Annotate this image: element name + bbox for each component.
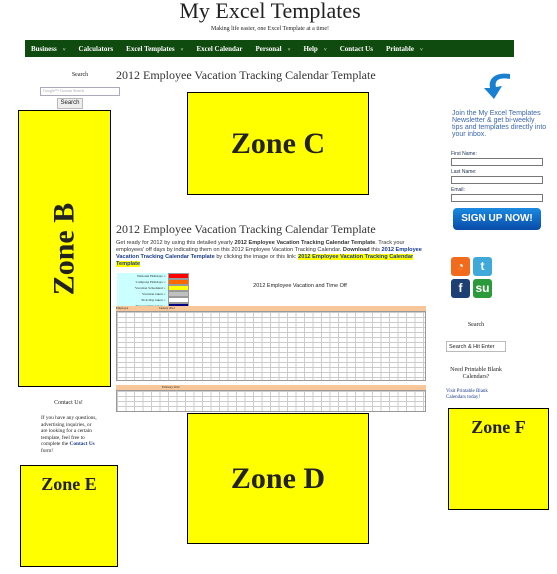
- contact-title: Contact Us!: [54, 400, 83, 406]
- nav-label: Business: [31, 44, 57, 53]
- chevron-down-icon: ˅: [323, 47, 327, 53]
- nav-item[interactable]: Help ˅: [303, 45, 326, 53]
- nav-item[interactable]: Excel Templates ˅: [126, 45, 183, 53]
- left-search-input[interactable]: Google™ Custom Search: [40, 87, 120, 96]
- stumbleupon-icon[interactable]: su: [473, 279, 492, 298]
- text: this: [369, 247, 382, 253]
- nav-label: Excel Calendar: [196, 44, 243, 53]
- text: Get ready for 2012 by using this detaile…: [116, 240, 235, 246]
- month-label: February 2012: [162, 385, 180, 389]
- arrow-icon: [484, 73, 510, 99]
- nav-item[interactable]: Business ˅: [31, 45, 66, 53]
- text: by clicking the image or this link:: [214, 254, 299, 260]
- calendar-grid-feb[interactable]: [116, 390, 426, 412]
- twitter-icon[interactable]: t: [473, 257, 492, 276]
- first-name-label: First Name:: [451, 151, 477, 157]
- zone-e: Zone E: [20, 465, 118, 567]
- text-bold: Download: [342, 247, 370, 253]
- zone-b: Zone B: [18, 110, 111, 387]
- need-calendars-heading: Need Printable Blank Calendars?: [450, 367, 502, 380]
- contact-link[interactable]: Contact Us: [70, 441, 95, 447]
- chevron-down-icon: ˅: [180, 47, 184, 53]
- last-name-label: Last Name:: [451, 169, 477, 175]
- first-name-input[interactable]: [451, 158, 543, 166]
- zone-f: Zone F: [448, 408, 549, 510]
- post-title[interactable]: 2012 Employee Vacation Tracking Calendar…: [116, 222, 376, 237]
- site-title[interactable]: My Excel Templates: [0, 0, 540, 24]
- page-title: 2012 Employee Vacation Tracking Calendar…: [116, 68, 376, 82]
- nav-item[interactable]: Personal ˅: [256, 45, 291, 53]
- left-search-button[interactable]: Search: [57, 98, 83, 109]
- social-icons: ◔ t f su: [451, 257, 495, 298]
- email-input[interactable]: [451, 194, 543, 202]
- site-tagline: Making life easier, one Excel Template a…: [210, 26, 329, 32]
- zone-c: Zone C: [187, 92, 369, 195]
- employee-col: Employee: [116, 306, 129, 310]
- nav-label: Printable: [385, 44, 414, 53]
- nav-item[interactable]: Calculators: [79, 45, 114, 53]
- chevron-down-icon: ˅: [419, 47, 423, 53]
- nav-label: Excel Templates: [126, 44, 175, 53]
- text-bold: 2012 Employee Vacation Tracking Calendar…: [234, 240, 376, 246]
- zone-d: Zone D: [187, 413, 369, 544]
- month-label: January 2012: [158, 306, 176, 310]
- post-intro: Get ready for 2012 by using this detaile…: [116, 240, 426, 268]
- main-nav: Business ˅ Calculators Excel Templates ˅ Exce…: [25, 40, 514, 57]
- contact-text: If you have any questions, advertising i…: [41, 415, 98, 454]
- last-name-input[interactable]: [451, 176, 543, 184]
- zone-label: Zone B: [47, 202, 81, 295]
- nav-item[interactable]: Excel Calendar: [196, 45, 242, 53]
- facebook-icon[interactable]: f: [451, 279, 470, 298]
- right-search-input[interactable]: Search & Hit Enter: [446, 341, 506, 352]
- nav-label: Help: [303, 44, 318, 53]
- signup-button[interactable]: SIGN UP NOW!: [453, 208, 541, 230]
- nav-label: Contact Us: [339, 44, 373, 53]
- calendar-grid-jan[interactable]: [116, 311, 426, 381]
- chevron-down-icon: ˅: [62, 47, 66, 53]
- calendar-legend[interactable]: National Holidays = Company Holidays = Vac…: [117, 273, 189, 309]
- text: form!: [41, 447, 54, 454]
- email-label: Email:: [451, 187, 465, 193]
- right-search-label: Search: [467, 322, 485, 328]
- visit-calendars-link[interactable]: Visit Printable Blank Calendars today!: [446, 389, 506, 401]
- rss-icon[interactable]: ◔: [451, 257, 470, 276]
- nav-item[interactable]: Contact Us: [340, 45, 373, 53]
- nav-label: Calculators: [78, 44, 114, 53]
- nav-label: Personal: [255, 44, 282, 53]
- left-search-label: Search: [71, 72, 89, 78]
- newsletter-text: Join the My Excel Templates Newsletter &…: [452, 110, 547, 138]
- calendar-title[interactable]: 2012 Employee Vacation and Time Off: [220, 283, 380, 289]
- nav-item[interactable]: Printable ˅: [386, 45, 423, 53]
- chevron-down-icon: ˅: [287, 47, 291, 53]
